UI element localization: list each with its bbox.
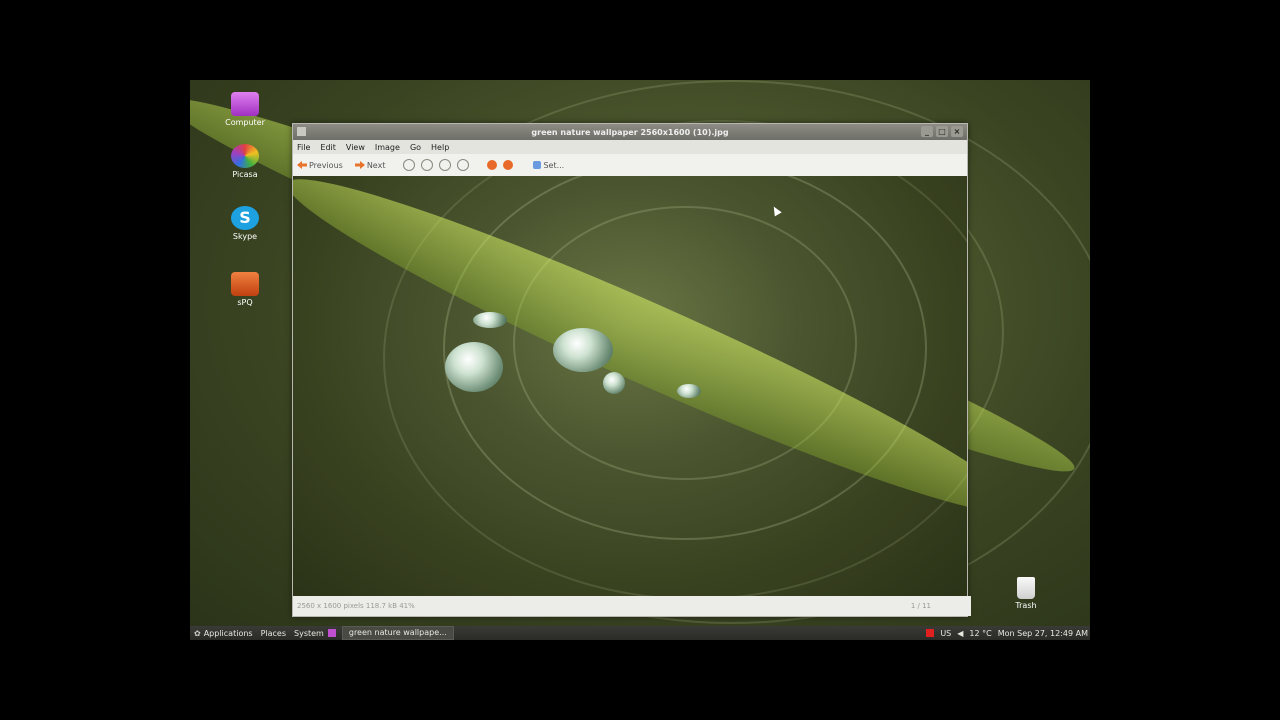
image-info: 2560 x 1600 pixels 118.7 kB 41% <box>297 602 415 610</box>
menu-file[interactable]: File <box>297 143 310 152</box>
zoom-normal-icon[interactable] <box>439 159 452 171</box>
folder-icon <box>231 272 259 296</box>
image-canvas[interactable] <box>293 176 967 596</box>
water-drop <box>473 312 507 328</box>
rotate-left-icon[interactable] <box>487 160 498 170</box>
water-drop <box>603 372 625 394</box>
trash-icon <box>1017 577 1035 599</box>
zoom-in-icon[interactable] <box>403 159 416 171</box>
places-menu[interactable]: Places <box>257 629 290 638</box>
computer-icon <box>231 92 259 116</box>
water-drop <box>677 384 701 398</box>
toolbar: Previous Next Set... <box>293 154 967 177</box>
gnome-foot-icon: ✿ <box>194 628 201 638</box>
desktop-icon-computer[interactable]: Computer <box>220 92 270 127</box>
image-position: 1 / 11 <box>910 602 931 610</box>
applications-label: Applications <box>203 628 253 638</box>
zoom-out-icon[interactable] <box>421 159 434 171</box>
system-tray: US ◀ 12 °C Mon Sep 27, 12:49 AM <box>926 629 1088 638</box>
skype-icon: S <box>231 206 259 230</box>
previous-label: Previous <box>309 160 343 170</box>
notification-icon[interactable] <box>926 629 935 637</box>
desktop-icon-label: sPQ <box>237 298 253 307</box>
desktop-icon-label: Trash <box>1015 601 1037 610</box>
previous-button[interactable]: Previous <box>297 161 343 170</box>
task-label: green nature wallpape... <box>348 628 447 637</box>
bottom-panel: ✿ Applications Places System green natur… <box>190 626 1090 640</box>
clock[interactable]: Mon Sep 27, 12:49 AM <box>998 629 1088 638</box>
statusbar: 2560 x 1600 pixels 118.7 kB 41% 1 / 11 <box>293 596 971 616</box>
menu-edit[interactable]: Edit <box>320 143 336 152</box>
desktop-icon-label: Computer <box>225 118 265 127</box>
rotate-right-icon[interactable] <box>503 160 514 170</box>
desktop-icon-label: Picasa <box>232 170 258 179</box>
desktop: Computer Picasa S Skype sPQ green nature… <box>190 80 1090 640</box>
desktop-icon-label: Skype <box>232 232 258 241</box>
next-label: Next <box>366 160 386 170</box>
window-titlebar[interactable]: green nature wallpaper 2560x1600 (10).jp… <box>293 124 967 140</box>
next-button[interactable]: Next <box>354 160 386 170</box>
window-app-icon <box>297 127 306 136</box>
image-viewer-window: green nature wallpaper 2560x1600 (10).jp… <box>292 123 971 617</box>
menu-help[interactable]: Help <box>431 143 449 152</box>
maximize-button[interactable]: □ <box>936 126 948 137</box>
taskbar-button-image-viewer[interactable]: green nature wallpape... <box>341 626 454 640</box>
picasa-icon <box>231 144 259 168</box>
volume-icon[interactable]: ◀ <box>957 629 963 638</box>
system-menu[interactable]: System <box>290 629 328 638</box>
minimize-button[interactable]: _ <box>921 126 933 137</box>
set-label: Set... <box>543 160 565 170</box>
applications-menu[interactable]: ✿ Applications <box>190 629 257 638</box>
keyboard-locale[interactable]: US <box>940 629 951 638</box>
water-drop <box>553 328 613 372</box>
set-wallpaper-button[interactable]: Set... <box>533 161 564 170</box>
arrow-right-icon <box>354 161 365 169</box>
arrow-left-icon <box>297 161 307 169</box>
weather-temperature[interactable]: 12 °C <box>969 629 991 638</box>
zoom-fit-icon[interactable] <box>457 159 470 171</box>
water-drop <box>445 342 503 392</box>
desktop-icon-folder[interactable]: sPQ <box>220 272 270 307</box>
menubar: File Edit View Image Go Help <box>293 140 967 154</box>
desktop-icon-trash[interactable]: Trash <box>1010 577 1042 610</box>
close-button[interactable]: × <box>951 126 963 137</box>
window-title: green nature wallpaper 2560x1600 (10).jp… <box>531 127 729 137</box>
menu-image[interactable]: Image <box>375 143 400 152</box>
launcher-icon[interactable] <box>327 629 336 637</box>
desktop-icon-picasa[interactable]: Picasa <box>220 144 270 179</box>
menu-view[interactable]: View <box>346 143 365 152</box>
desktop-icon-skype[interactable]: S Skype <box>220 206 270 241</box>
wallpaper-icon <box>533 161 542 169</box>
menu-go[interactable]: Go <box>410 143 421 152</box>
